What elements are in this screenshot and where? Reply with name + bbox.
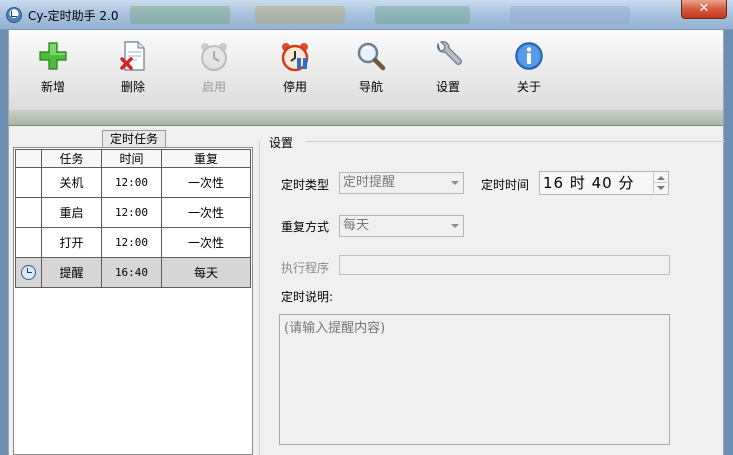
table-row[interactable]: 关机 12:00 一次性 [15, 167, 251, 198]
timer-type-label: 定时类型 [281, 178, 330, 192]
add-button-label: 新增 [40, 80, 65, 94]
toolbar: 新增 删除 启用 停用 导航 设置 关于 [8, 30, 724, 110]
row-time: 16:40 [101, 257, 162, 288]
chevron-down-icon [451, 181, 459, 185]
toolbar-divider [8, 110, 724, 126]
row-time: 12:00 [101, 167, 162, 198]
main-area: 定时任务 任务 时间 重复 关机 12:00 一次性 重启 12:00 一次性 … [8, 126, 725, 455]
task-table-box: 任务 时间 重复 关机 12:00 一次性 重启 12:00 一次性 打开 12… [13, 147, 253, 455]
app-clock-icon [6, 7, 22, 23]
table-row[interactable]: 重启 12:00 一次性 [15, 197, 251, 228]
spin-down-icon[interactable] [657, 186, 665, 190]
background-blur [375, 6, 470, 24]
title-bar: Cy-定时助手 2.0 ✕ [0, 0, 733, 30]
alarm-clock-stop-icon [279, 40, 311, 72]
background-blur [510, 6, 630, 24]
program-label: 执行程序 [281, 261, 330, 275]
row-icon-cell [15, 227, 42, 258]
close-button[interactable]: ✕ [681, 0, 727, 19]
program-input[interactable] [339, 255, 670, 275]
row-repeat: 一次性 [161, 167, 251, 198]
row-task: 关机 [41, 167, 102, 198]
timer-type-value: 定时提醒 [343, 175, 396, 190]
background-blur [255, 6, 345, 24]
window-title: Cy-定时助手 2.0 [28, 9, 119, 23]
add-button[interactable]: 新增 [25, 40, 81, 100]
info-icon [513, 40, 545, 72]
timer-type-select[interactable]: 定时提醒 [339, 172, 464, 194]
time-spinner[interactable] [653, 173, 667, 193]
table-row[interactable]: 打开 12:00 一次性 [15, 227, 251, 258]
row-task: 重启 [41, 197, 102, 228]
task-table: 任务 时间 重复 关机 12:00 一次性 重启 12:00 一次性 打开 12… [15, 149, 251, 288]
task-panel-tab[interactable]: 定时任务 [102, 130, 166, 148]
repeat-mode-select[interactable]: 每天 [339, 215, 464, 237]
repeat-mode-label: 重复方式 [281, 220, 330, 234]
settings-group-border [259, 141, 260, 455]
alarm-clock-icon [198, 40, 230, 72]
row-repeat: 一次性 [161, 227, 251, 258]
description-label: 定时说明: [281, 290, 334, 304]
wrench-icon [432, 40, 464, 72]
row-icon-cell [15, 167, 42, 198]
settings-button-label: 设置 [435, 80, 460, 94]
row-icon-cell [15, 257, 42, 288]
settings-button[interactable]: 设置 [420, 40, 476, 100]
disable-button[interactable]: 停用 [267, 40, 323, 100]
plus-icon [37, 40, 69, 72]
disable-button-label: 停用 [282, 80, 307, 94]
enable-button-label: 启用 [201, 80, 226, 94]
row-task: 打开 [41, 227, 102, 258]
settings-group-border [305, 141, 725, 142]
spin-up-icon[interactable] [657, 176, 665, 180]
row-time: 12:00 [101, 227, 162, 258]
delete-button-label: 删除 [120, 80, 145, 94]
repeat-mode-value: 每天 [343, 218, 370, 233]
column-header-time: 时间 [101, 149, 162, 168]
enable-button[interactable]: 启用 [186, 40, 242, 100]
column-header-task: 任务 [41, 149, 102, 168]
delete-button[interactable]: 删除 [105, 40, 161, 100]
table-header-row: 任务 时间 重复 [15, 149, 251, 168]
row-repeat: 每天 [161, 257, 251, 288]
about-button[interactable]: 关于 [501, 40, 557, 100]
background-blur [130, 6, 230, 24]
row-time: 12:00 [101, 197, 162, 228]
navigate-button[interactable]: 导航 [343, 40, 399, 100]
magnifier-icon [355, 40, 387, 72]
navigate-button-label: 导航 [358, 80, 383, 94]
timer-time-value: 16 时 40 分 [543, 174, 635, 192]
column-header-icon [15, 149, 42, 168]
clock-icon [21, 265, 36, 280]
about-button-label: 关于 [516, 80, 541, 94]
table-row-selected[interactable]: 提醒 16:40 每天 [15, 257, 251, 288]
delete-document-icon [117, 40, 149, 72]
chevron-down-icon [451, 224, 459, 228]
timer-time-input[interactable]: 16 时 40 分 [539, 171, 669, 195]
timer-time-label: 定时时间 [481, 178, 530, 192]
settings-group-title: 设置 [269, 136, 294, 150]
row-icon-cell [15, 197, 42, 228]
description-textarea[interactable]: (请输入提醒内容) [279, 314, 670, 445]
row-repeat: 一次性 [161, 197, 251, 228]
column-header-repeat: 重复 [161, 149, 251, 168]
row-task: 提醒 [41, 257, 102, 288]
